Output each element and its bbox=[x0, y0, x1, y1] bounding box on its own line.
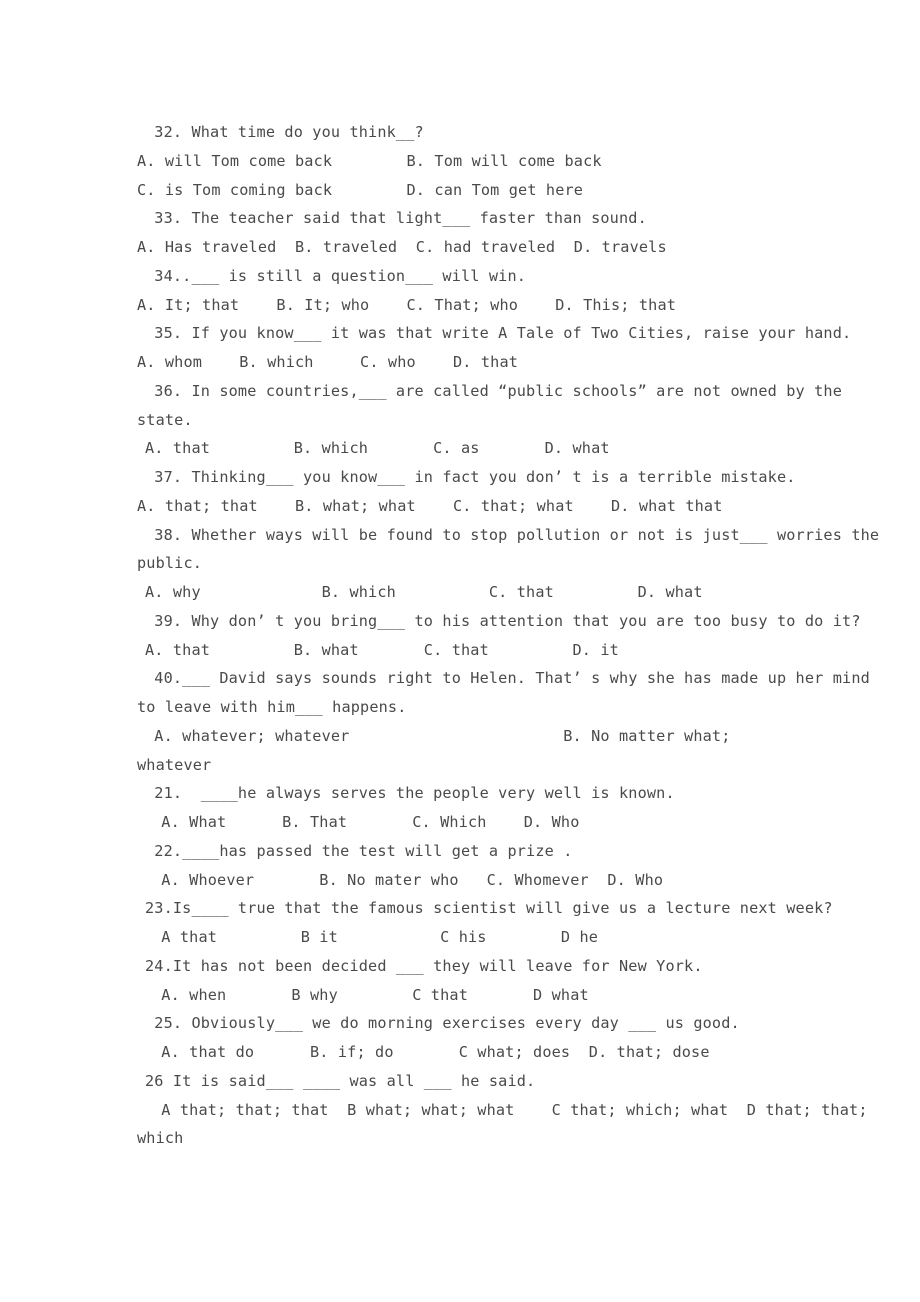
text-line-q39-opts: A. that B. what C. that D. it bbox=[145, 640, 619, 659]
text-line-q22-stem: 22.____has passed the test will get a pr… bbox=[145, 841, 573, 860]
text-line-q38-opts: A. why B. which C. that D. what bbox=[145, 583, 703, 601]
text-line-q24-opts: A. when B why C that D what bbox=[152, 985, 589, 1004]
text-line-q38-stem-2: public. bbox=[137, 554, 203, 573]
text-line-q33-stem: 33. The teacher said that light___ faste… bbox=[145, 209, 647, 228]
text-line-q26-opts: A that; that; that B what; what; what C … bbox=[152, 1100, 868, 1119]
text-line-q37-stem: 37. Thinking___ you know___ in fact you … bbox=[145, 468, 796, 486]
text-line-q33-opts: A. Has traveled B. traveled C. had trave… bbox=[137, 238, 667, 256]
text-line-q26-opts-2: which bbox=[137, 1129, 184, 1148]
text-line-q35-opts: A. whom B. which C. who D. that bbox=[137, 353, 519, 371]
text-line-q26-stem: 26 It is said___ ____ was all ___ he sai… bbox=[145, 1071, 536, 1090]
text-line-q36-opts: A. that B. which C. as D. what bbox=[145, 439, 610, 458]
text-line-q32-opt-cd: C. is Tom coming back D. can Tom get her… bbox=[137, 180, 584, 199]
text-line-q34-opts: A. It; that B. It; who C. That; who D. T… bbox=[137, 295, 677, 314]
text-line-q25-opts: A. that do B. if; do C what; does D. tha… bbox=[152, 1043, 710, 1061]
worksheet-text-body: 32. What time do you think__? A. will Tom… bbox=[137, 118, 880, 1153]
text-line-q38-stem: 38. Whether ways will be found to stop p… bbox=[145, 525, 880, 544]
text-line-q39-stem: 39. Why don’ t you bring___ to his atten… bbox=[145, 611, 861, 630]
text-line-q40-opts-2: whatever bbox=[137, 755, 212, 774]
text-line-q35-stem: 35. If you know___ it was that write A T… bbox=[145, 324, 852, 343]
text-line-q21-opts: A. What B. That C. Which D. Who bbox=[152, 813, 580, 831]
text-line-q37-opts: A. that; that B. what; what C. that; wha… bbox=[137, 496, 723, 515]
text-line-q34-stem: 34..___ is still a question___ will win. bbox=[145, 266, 527, 285]
document-page: 32. What time do you think__? A. will Tom… bbox=[0, 0, 920, 1302]
text-line-q36-stem: 36. In some countries,___ are called “pu… bbox=[145, 381, 843, 400]
text-line-q36-stem-2: state. bbox=[137, 410, 193, 429]
text-line-q40-stem-2: to leave with him___ happens. bbox=[137, 698, 407, 716]
text-line-q25-stem: 25. Obviously___ we do morning exercises… bbox=[145, 1014, 740, 1033]
text-line-q40-stem: 40.___ David says sounds right to Helen.… bbox=[145, 669, 870, 688]
text-line-q24-stem: 24.It has not been decided ___ they will… bbox=[145, 956, 703, 975]
text-line-q22-opts: A. Whoever B. No mater who C. Whomever D… bbox=[152, 870, 664, 889]
text-line-q21-stem: 21. ____he always serves the people very… bbox=[145, 784, 675, 803]
text-line-q40-opts: A. whatever; whatever B. No matter what; bbox=[145, 726, 731, 745]
text-line-q32-stem: 32. What time do you think__? bbox=[145, 123, 424, 141]
text-line-q23-stem: 23.Is____ true that the famous scientist… bbox=[145, 899, 833, 918]
text-line-q32-opt-ab: A. will Tom come back B. Tom will come b… bbox=[137, 151, 602, 170]
text-line-q23-opts: A that B it C his D he bbox=[152, 928, 599, 946]
